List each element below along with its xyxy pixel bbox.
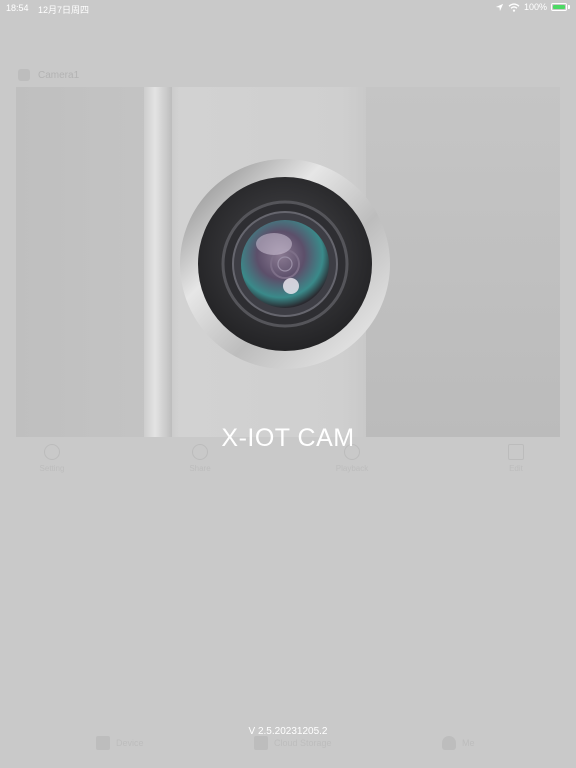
location-arrow-icon [495, 3, 504, 11]
splash-screen: Camera1 Setting Share Playback Edit Devi… [0, 0, 576, 768]
status-indicators: 100% [495, 2, 570, 12]
person-icon [442, 736, 456, 750]
app-title: X-IOT CAM [221, 424, 355, 452]
tab-me: Me [442, 736, 475, 750]
status-time: 18:54 [6, 3, 29, 13]
preview-pole [144, 87, 172, 437]
tab-label: Cloud Storage [274, 738, 332, 748]
status-date: 12月7日周四 [38, 5, 90, 15]
tab-cloud-storage: Cloud Storage [254, 736, 332, 750]
camera-lens-logo-icon [180, 159, 390, 369]
battery-fill [553, 5, 565, 9]
action-label: Playback [335, 464, 369, 473]
tab-device: Device [96, 736, 144, 750]
camera-icon [18, 69, 30, 81]
wifi-icon [508, 2, 520, 12]
camera-header: Camera1 [18, 68, 79, 82]
device-icon [96, 736, 110, 750]
battery-icon [551, 3, 567, 11]
action-label: Share [189, 464, 211, 473]
battery-percent: 100% [523, 2, 547, 12]
background-app: Camera1 Setting Share Playback Edit Devi… [0, 0, 576, 768]
camera-name: Camera1 [38, 69, 80, 81]
battery-cap [568, 5, 570, 9]
status-bar: 18:54 12月7日周四 100% [0, 0, 576, 16]
app-version: V 2.5.20231205.2 [248, 726, 328, 737]
action-label: Edit [509, 464, 523, 473]
action-label: Setting [39, 464, 65, 473]
folder-icon [254, 736, 268, 750]
tab-label: Me [462, 738, 475, 748]
preview-wall [366, 87, 560, 437]
tab-label: Device [116, 738, 144, 748]
